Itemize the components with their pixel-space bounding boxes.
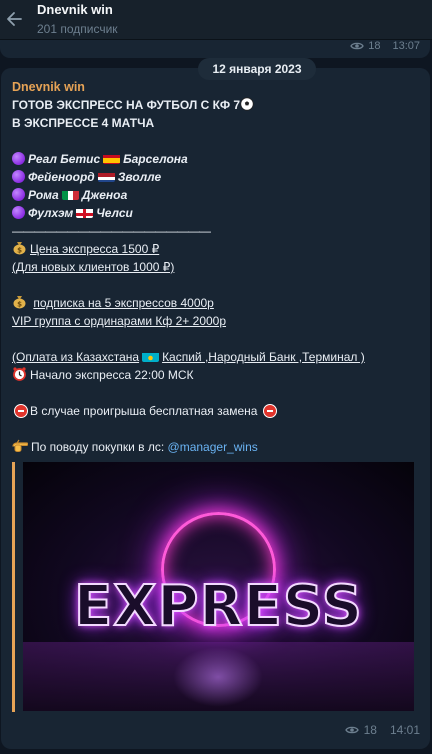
kazakhstan-flag-icon (142, 351, 160, 362)
kz-payment-suffix[interactable]: Каспий ,Народный Банк ,Терминал ) (162, 350, 365, 364)
purple-circle-icon (12, 206, 25, 219)
chat-title[interactable]: Dnevnik win (37, 2, 113, 17)
message-author[interactable]: Dnevnik win (12, 78, 422, 96)
subscriber-count: 201 подписчик (37, 22, 118, 36)
start-time-text: Начало экспресса 22:00 МСК (30, 368, 194, 382)
previous-message-meta: 18 13:07 (350, 40, 420, 52)
alarm-clock-icon (12, 366, 27, 386)
match-away: Барселона (123, 152, 188, 166)
views-count: 18 (368, 40, 381, 52)
match-away: Челси (96, 206, 133, 220)
match-away: Дженоа (81, 188, 128, 202)
eye-icon (350, 42, 364, 50)
manager-username-link[interactable]: @manager_wins (168, 440, 258, 454)
vip-line[interactable]: VIP группа с ординарами Кф 2+ 2000р (12, 312, 422, 330)
eye-icon (344, 726, 359, 734)
subscription-line: $ подписка на 5 экспрессов 4000р (12, 294, 422, 312)
chat-header: Dnevnik win 201 подписчик (0, 0, 432, 40)
money-bag-icon: $ (12, 240, 27, 260)
express-image-canvas: EXPRESS (23, 462, 414, 711)
match-home: Фулхэм (28, 206, 74, 220)
price-text[interactable]: Цена экспресса 1500 ₽ (30, 242, 159, 256)
loss-text: В случае проигрыша бесплатная замена (30, 404, 258, 418)
netherlands-flag-icon (97, 171, 115, 182)
purple-circle-icon (12, 152, 25, 165)
purple-circle-icon (12, 170, 25, 183)
spain-flag-icon (103, 153, 121, 164)
message-title-line: ГОТОВ ЭКСПРЕСС НА ФУТБОЛ С КФ 7 (12, 96, 422, 114)
match-item: Фейеноорд Зволле (12, 168, 422, 186)
england-flag-icon (76, 207, 94, 218)
express-image-text: EXPRESS (73, 573, 363, 640)
pointing-hand-icon (12, 439, 29, 458)
kz-payment-line: (Оплата из Казахстана Каспий ,Народный Ба… (12, 348, 422, 366)
match-home: Рома (28, 188, 59, 202)
svg-text:$: $ (17, 300, 22, 308)
soccer-ball-icon (240, 97, 254, 116)
contact-line: По поводу покупки в лс: @manager_wins (12, 438, 422, 456)
kz-payment-prefix[interactable]: (Оплата из Казахстана (12, 350, 139, 364)
subscription-text[interactable]: подписка на 5 экспрессов 4000р (33, 296, 214, 310)
start-time-line: Начало экспресса 22:00 МСК (12, 366, 422, 384)
title-text: ГОТОВ ЭКСПРЕСС НА ФУТБОЛ С КФ 7 (12, 98, 241, 112)
views-count: 18 (363, 723, 377, 737)
price-line: $ Цена экспресса 1500 ₽ (12, 240, 422, 258)
date-separator: 12 января 2023 (198, 58, 316, 80)
svg-text:$: $ (17, 246, 22, 254)
message-meta: 18 14:01 (344, 723, 420, 737)
express-image[interactable]: EXPRESS (12, 462, 422, 712)
purple-circle-icon (12, 188, 25, 201)
match-count-line: В ЭКСПРЕССЕ 4 МАТЧА (12, 116, 155, 130)
italy-flag-icon (61, 189, 79, 200)
new-clients-line[interactable]: (Для новых клиентов 1000 ₽) (12, 258, 422, 276)
message-time: 14:01 (389, 723, 420, 737)
match-home: Фейеноорд (28, 170, 95, 184)
contact-prefix: По поводу покупки в лс: (31, 440, 168, 454)
match-home: Реал Бетис (28, 152, 101, 166)
no-entry-icon (14, 404, 28, 418)
money-bag-icon: $ (12, 294, 27, 314)
arrow-left-icon (7, 12, 22, 26)
match-item: Фулхэм Челси (12, 204, 422, 222)
floor-glow (173, 647, 263, 707)
message-time: 13:07 (392, 40, 420, 52)
match-away: Зволле (117, 170, 162, 184)
message-text: Dnevnik win ГОТОВ ЭКСПРЕСС НА ФУТБОЛ С К… (12, 78, 422, 456)
match-item: Рома Дженоа (12, 186, 422, 204)
text-divider: —————————————————— (12, 224, 211, 238)
no-entry-icon (262, 404, 277, 418)
loss-replacement-line: В случае проигрыша бесплатная замена (12, 402, 422, 420)
back-button[interactable] (2, 7, 26, 31)
match-item: Реал Бетис Барселона (12, 150, 422, 168)
